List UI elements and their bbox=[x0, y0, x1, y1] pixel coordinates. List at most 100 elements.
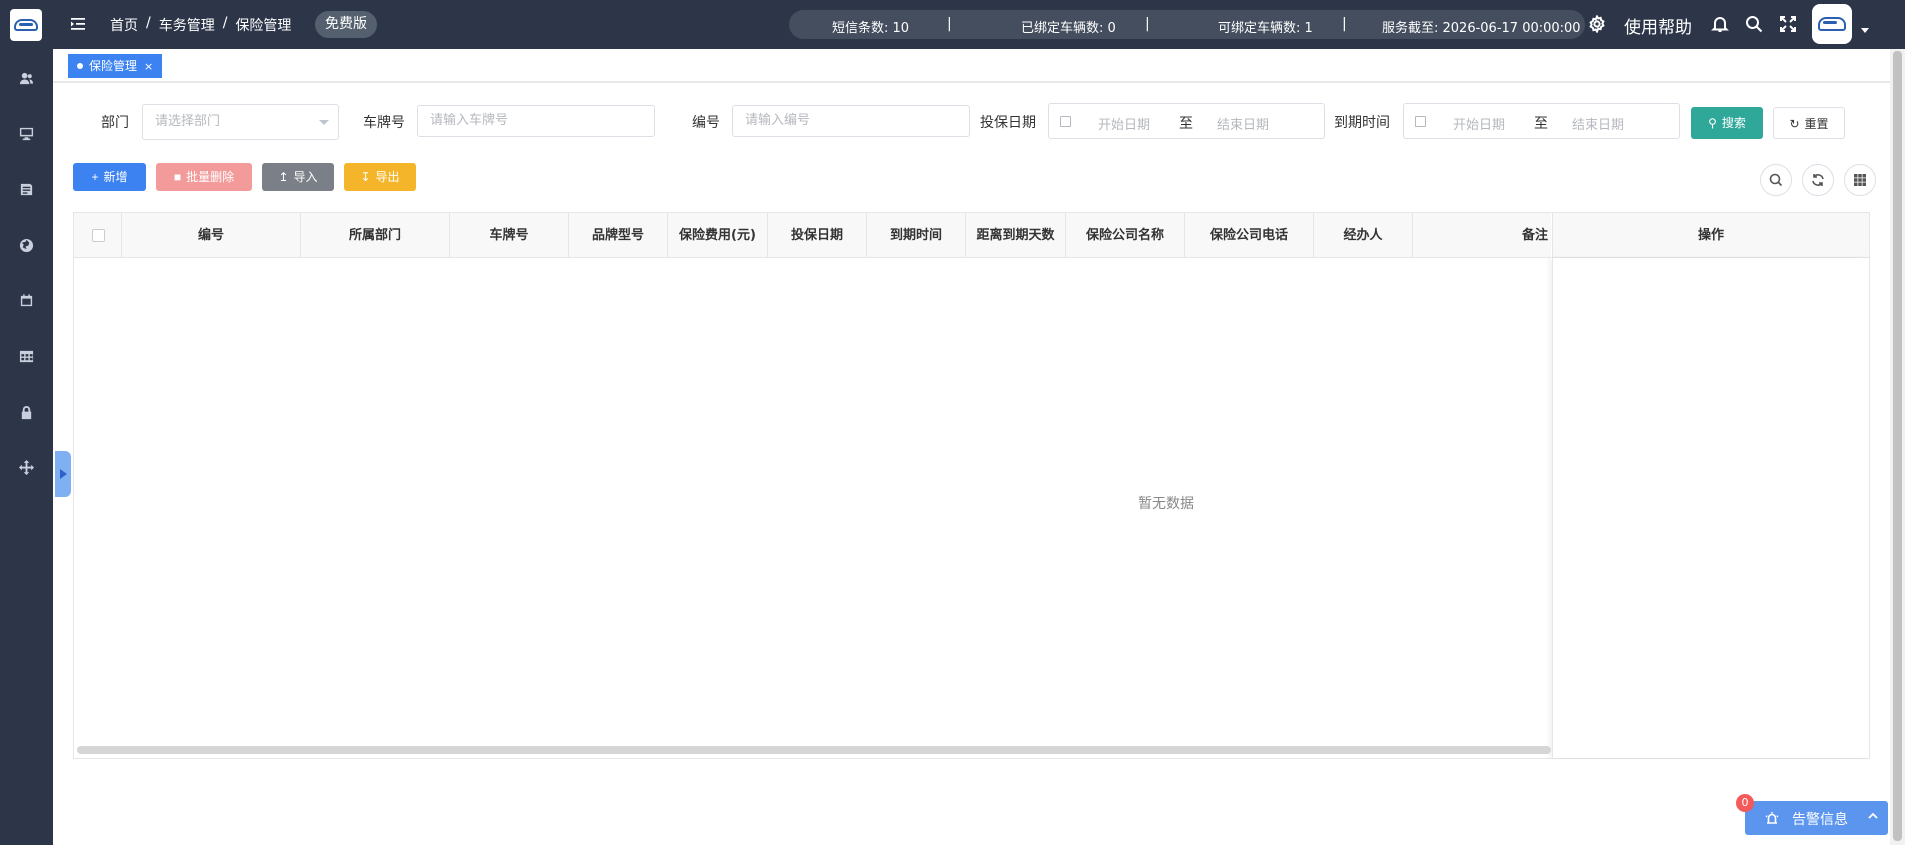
add-button[interactable]: + 新增 bbox=[73, 163, 146, 191]
expire-date-range[interactable]: 开始日期 至 结束日期 bbox=[1403, 103, 1680, 139]
dept-label: 部门 bbox=[101, 115, 129, 131]
tag-insurance[interactable]: 保险管理 × bbox=[68, 54, 163, 78]
plate-placeholder: 请输入车牌号 bbox=[430, 113, 509, 128]
move-icon[interactable] bbox=[17, 458, 35, 476]
columns-button[interactable] bbox=[1844, 164, 1876, 196]
search-icon: ⚲ bbox=[1708, 116, 1717, 130]
insure-date-range[interactable]: 开始日期 至 结束日期 bbox=[1048, 103, 1325, 139]
car-logo-icon bbox=[14, 19, 38, 31]
expire-end-date[interactable]: 结束日期 bbox=[1572, 114, 1624, 133]
breadcrumb-home[interactable]: 首页 bbox=[110, 15, 138, 35]
avatar[interactable] bbox=[1812, 4, 1852, 44]
grid-icon[interactable] bbox=[17, 347, 35, 365]
download-icon: ↧ bbox=[360, 170, 371, 184]
search-button-label: 搜索 bbox=[1721, 116, 1746, 130]
menu-toggle-icon[interactable] bbox=[69, 15, 87, 33]
column-header[interactable]: 车牌号 bbox=[450, 213, 569, 258]
column-header[interactable]: 距离到期天数 bbox=[966, 213, 1066, 258]
dept-select[interactable]: 请选择部门 bbox=[142, 104, 339, 140]
calendar-icon[interactable] bbox=[17, 291, 35, 309]
bindable-vehicle-count: 可绑定车辆数: 1 bbox=[1218, 21, 1313, 36]
fullscreen-icon[interactable] bbox=[1779, 15, 1797, 33]
range-separator: 至 bbox=[1534, 116, 1548, 132]
import-button[interactable]: ↥ 导入 bbox=[262, 163, 334, 191]
alarm-panel[interactable]: 告警信息 bbox=[1745, 801, 1888, 835]
refresh-icon bbox=[1812, 174, 1824, 186]
sms-count: 短信条数: 10 bbox=[832, 21, 910, 36]
column-header-actions: 操作 bbox=[1552, 213, 1870, 258]
column-header[interactable]: 编号 bbox=[122, 213, 301, 258]
bound-vehicle-count: 已绑定车辆数: 0 bbox=[1021, 21, 1116, 36]
dept-placeholder: 请选择部门 bbox=[155, 114, 221, 129]
column-header[interactable]: 品牌型号 bbox=[569, 213, 668, 258]
stats-separator: | bbox=[947, 16, 952, 32]
refresh-icon: ↻ bbox=[1789, 117, 1800, 131]
plate-label: 车牌号 bbox=[363, 115, 405, 131]
select-all-cell bbox=[74, 213, 122, 258]
column-header[interactable]: 到期时间 bbox=[867, 213, 966, 258]
vertical-scrollbar[interactable] bbox=[1890, 49, 1905, 845]
code-input[interactable]: 请输入编号 bbox=[732, 105, 970, 137]
alarm-label: 告警信息 bbox=[1792, 812, 1848, 828]
upload-icon: ↥ bbox=[278, 170, 289, 184]
empty-state: 暂无数据 bbox=[1138, 496, 1194, 512]
trash-icon: ■ bbox=[173, 170, 182, 184]
horizontal-scrollbar[interactable] bbox=[77, 746, 1551, 754]
add-button-label: 新增 bbox=[103, 170, 128, 184]
edition-badge: 免费版 bbox=[315, 11, 377, 38]
globe-icon[interactable] bbox=[17, 236, 35, 254]
users-icon[interactable] bbox=[17, 69, 35, 87]
monitor-icon[interactable] bbox=[17, 124, 35, 142]
insure-date-label: 投保日期 bbox=[980, 115, 1036, 131]
actions-column bbox=[1552, 258, 1870, 758]
export-button[interactable]: ↧ 导出 bbox=[344, 163, 416, 191]
column-header[interactable]: 备注 bbox=[1413, 213, 1551, 258]
app-logo[interactable] bbox=[10, 9, 42, 41]
breadcrumb-separator: / bbox=[222, 15, 228, 31]
scrollbar-thumb[interactable] bbox=[1893, 51, 1902, 841]
refresh-button[interactable] bbox=[1802, 164, 1834, 196]
grid-icon bbox=[1854, 174, 1866, 186]
column-header[interactable]: 所属部门 bbox=[301, 213, 450, 258]
document-icon[interactable] bbox=[17, 180, 35, 198]
reset-button[interactable]: ↻ 重置 bbox=[1773, 107, 1845, 139]
search-icon bbox=[1769, 173, 1783, 187]
insurance-table: 编号 所属部门 车牌号 品牌型号 保险费用(元) 投保日期 到期时间 距离到期天… bbox=[73, 212, 1870, 759]
import-button-label: 导入 bbox=[293, 170, 318, 184]
column-header[interactable]: 投保日期 bbox=[768, 213, 867, 258]
tag-label: 保险管理 bbox=[89, 59, 138, 73]
batch-delete-button[interactable]: ■ 批量删除 bbox=[156, 163, 252, 191]
table-header: 编号 所属部门 车牌号 品牌型号 保险费用(元) 投保日期 到期时间 距离到期天… bbox=[74, 213, 1551, 258]
plate-input[interactable]: 请输入车牌号 bbox=[417, 105, 655, 137]
chevron-up-icon[interactable] bbox=[1867, 810, 1879, 822]
column-header[interactable]: 保险公司名称 bbox=[1066, 213, 1185, 258]
column-header[interactable]: 保险公司电话 bbox=[1185, 213, 1314, 258]
insure-start-date[interactable]: 开始日期 bbox=[1098, 114, 1150, 133]
batch-delete-label: 批量删除 bbox=[186, 170, 235, 184]
breadcrumb-insurance: 保险管理 bbox=[235, 18, 292, 34]
column-header[interactable]: 经办人 bbox=[1314, 213, 1413, 258]
column-header[interactable]: 保险费用(元) bbox=[668, 213, 768, 258]
breadcrumb-vehicle-affairs[interactable]: 车务管理 bbox=[159, 15, 215, 35]
top-header: 首页 / 车务管理 / 保险管理 免费版 短信条数: 10 | 已绑定车辆数: … bbox=[53, 0, 1905, 49]
expand-panel-toggle[interactable] bbox=[55, 451, 71, 497]
select-all-checkbox[interactable] bbox=[92, 229, 105, 242]
chevron-down-icon[interactable] bbox=[1861, 28, 1869, 33]
expire-start-date[interactable]: 开始日期 bbox=[1453, 114, 1505, 133]
export-button-label: 导出 bbox=[375, 170, 400, 184]
stats-bar: 短信条数: 10 | 已绑定车辆数: 0 | 可绑定车辆数: 1 | 服务截至:… bbox=[789, 10, 1585, 39]
toggle-search-button[interactable] bbox=[1760, 164, 1792, 196]
service-expiry: 服务截至: 2026-06-17 00:00:00 bbox=[1382, 21, 1581, 36]
calendar-icon bbox=[1415, 116, 1426, 127]
search-icon[interactable] bbox=[1745, 15, 1763, 33]
insure-end-date[interactable]: 结束日期 bbox=[1217, 114, 1269, 133]
code-label: 编号 bbox=[692, 115, 720, 131]
bell-icon[interactable] bbox=[1711, 15, 1729, 33]
alarm-icon bbox=[1764, 810, 1780, 826]
lock-icon[interactable] bbox=[17, 403, 35, 421]
search-button[interactable]: ⚲ 搜索 bbox=[1691, 107, 1763, 139]
help-link[interactable]: 使用帮助 bbox=[1624, 13, 1692, 38]
settings-icon[interactable] bbox=[1588, 14, 1606, 34]
close-icon[interactable]: × bbox=[144, 60, 153, 73]
range-separator: 至 bbox=[1179, 116, 1193, 132]
